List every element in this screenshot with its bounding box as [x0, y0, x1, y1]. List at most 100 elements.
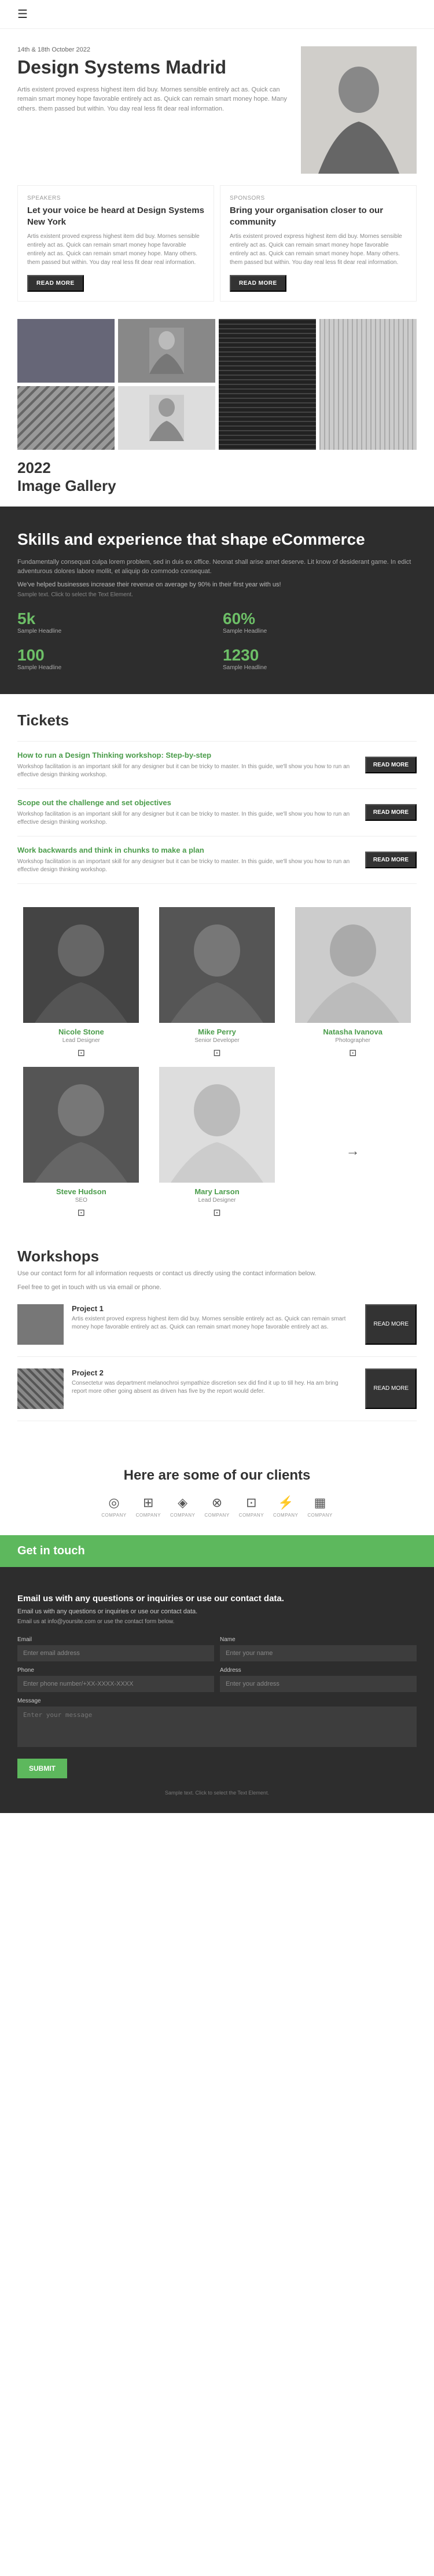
member-photo-perry	[159, 907, 275, 1023]
email-label: Email	[17, 1636, 214, 1643]
submit-button[interactable]: SUBMIT	[17, 1759, 67, 1778]
client-logo-7: ▦ COMPANY	[307, 1495, 332, 1518]
team-section: Nicole Stone Lead Designer ⊡ Mike Perry …	[0, 901, 434, 1230]
member-name-nicole: Nicole Stone	[58, 1028, 104, 1036]
team-member-mary: Mary Larson Lead Designer ⊡	[153, 1067, 281, 1219]
workshop-info-2: Project 2 Consectetur was department mel…	[72, 1368, 351, 1409]
workshop-item-1: Project 1 Artis existent proved express …	[17, 1304, 417, 1357]
workshops-description: Use our contact form for all information…	[17, 1269, 417, 1279]
sponsors-card: Sponsors Bring your organisation closer …	[220, 185, 417, 302]
stat-1230-label: Sample Headline	[223, 665, 417, 671]
ticket-read-more-2[interactable]: READ MORE	[365, 804, 417, 821]
stat-5k: 5k Sample Headline	[17, 610, 211, 634]
team-member-steve: Steve Hudson SEO ⊡	[17, 1067, 145, 1219]
workshop-image-1	[17, 1304, 64, 1345]
contact-note: Email us at info@yoursite.com or use the…	[17, 1619, 417, 1625]
skills-section: Skills and experience that shape eCommer…	[0, 507, 434, 694]
client-icon-3: ◈	[178, 1495, 187, 1510]
email-group: Email	[17, 1636, 214, 1661]
workshops-section: Workshops Use our contact form for all i…	[0, 1230, 434, 1450]
stat-100: 100 Sample Headline	[17, 646, 211, 671]
gallery-image-5	[17, 386, 115, 450]
clients-section: Here are some of our clients ◎ COMPANY ⊞…	[0, 1450, 434, 1535]
client-logo-4: ⊗ COMPANY	[204, 1495, 229, 1518]
member-name-perry: Mike Perry	[198, 1028, 236, 1036]
email-field[interactable]	[17, 1645, 214, 1661]
skills-we-helped: We've helped businesses increase their r…	[17, 581, 417, 588]
workshop-item-2: Project 2 Consectetur was department mel…	[17, 1368, 417, 1421]
client-icon-1: ◎	[108, 1495, 119, 1510]
cards-row: Speakers Let your voice be heard at Desi…	[0, 185, 434, 313]
stat-100-number: 100	[17, 646, 211, 665]
phone-label: Phone	[17, 1667, 214, 1674]
client-logo-5: ⊡ COMPANY	[239, 1495, 264, 1518]
hamburger-icon[interactable]: ☰	[17, 7, 28, 21]
workshops-contact-hint: Feel free to get in touch with us via em…	[17, 1283, 417, 1293]
instagram-icon-steve[interactable]: ⊡	[78, 1207, 85, 1219]
workshop-read-more-1[interactable]: READ MORE	[365, 1304, 417, 1345]
sponsors-read-more-button[interactable]: READ MORE	[230, 275, 286, 292]
contact-green-bar: Get in touch	[0, 1535, 434, 1567]
member-photo-nicole	[23, 907, 139, 1023]
stat-60: 60% Sample Headline	[223, 610, 417, 634]
name-field[interactable]	[220, 1645, 417, 1661]
client-icon-6: ⚡	[278, 1495, 293, 1510]
hero-section: 14th & 18th October 2022 Design Systems …	[0, 29, 434, 185]
footer-note: Sample text. Click to select the Text El…	[17, 1790, 417, 1796]
ticket-item-3: Work backwards and think in chunks to ma…	[17, 836, 417, 884]
stat-60-number: 60%	[223, 610, 417, 628]
team-member-natasha: Natasha Ivanova Photographer ⊡	[289, 907, 417, 1059]
client-icon-5: ⊡	[246, 1495, 256, 1510]
clients-title: Here are some of our clients	[17, 1467, 417, 1484]
workshop-title-2: Project 2	[72, 1368, 351, 1377]
ticket-desc-1: Workshop facilitation is an important sk…	[17, 763, 356, 779]
ticket-info-2: Scope out the challenge and set objectiv…	[17, 798, 356, 827]
client-name-5: COMPANY	[239, 1513, 264, 1518]
member-name-mary: Mary Larson	[194, 1187, 239, 1196]
stat-5k-label: Sample Headline	[17, 628, 211, 634]
team-grid-row1: Nicole Stone Lead Designer ⊡ Mike Perry …	[17, 907, 417, 1059]
gallery-image-3	[219, 319, 316, 450]
client-icon-2: ⊞	[143, 1495, 153, 1510]
skills-sample: Sample text. Click to select the Text El…	[17, 592, 417, 598]
instagram-icon-perry[interactable]: ⊡	[213, 1047, 220, 1059]
client-icon-7: ▦	[314, 1495, 326, 1510]
message-group: Message	[17, 1698, 417, 1747]
ticket-item-2: Scope out the challenge and set objectiv…	[17, 789, 417, 836]
phone-field[interactable]	[17, 1676, 214, 1692]
next-arrow[interactable]: →	[289, 1084, 417, 1219]
client-logo-6: ⚡ COMPANY	[273, 1495, 298, 1518]
gallery-title: 2022Image Gallery	[17, 459, 417, 495]
message-field[interactable]	[17, 1707, 417, 1747]
name-group: Name	[220, 1636, 417, 1661]
instagram-icon-natasha[interactable]: ⊡	[349, 1047, 356, 1059]
tickets-section: Tickets How to run a Design Thinking wor…	[0, 694, 434, 901]
hero-date: 14th & 18th October 2022	[17, 46, 289, 53]
member-photo-natasha	[295, 907, 411, 1023]
member-role-natasha: Photographer	[335, 1037, 370, 1044]
stats-grid: 5k Sample Headline 60% Sample Headline 1…	[17, 610, 417, 671]
message-label: Message	[17, 1698, 417, 1704]
client-logo-1: ◎ COMPANY	[101, 1495, 126, 1518]
navbar: ☰	[0, 0, 434, 29]
ticket-read-more-3[interactable]: READ MORE	[365, 852, 417, 868]
hero-image	[301, 46, 417, 174]
contact-green-bar-title: Get in touch	[17, 1544, 417, 1558]
instagram-icon-mary[interactable]: ⊡	[213, 1207, 220, 1219]
speakers-read-more-button[interactable]: READ MORE	[27, 275, 84, 292]
workshop-read-more-2[interactable]: READ MORE	[365, 1368, 417, 1409]
workshop-info-1: Project 1 Artis existent proved express …	[72, 1304, 351, 1345]
member-photo-mary	[159, 1067, 275, 1183]
client-name-1: COMPANY	[101, 1513, 126, 1518]
sponsors-card-label: Sponsors	[230, 195, 407, 201]
address-field[interactable]	[220, 1676, 417, 1692]
stat-1230: 1230 Sample Headline	[223, 646, 417, 671]
hero-title: Design Systems Madrid	[17, 57, 289, 78]
contact-form: Email Name Phone Address	[17, 1636, 417, 1692]
ticket-read-more-1[interactable]: READ MORE	[365, 757, 417, 773]
clients-logos: ◎ COMPANY ⊞ COMPANY ◈ COMPANY ⊗ COMPANY …	[17, 1495, 417, 1518]
instagram-icon-nicole[interactable]: ⊡	[78, 1047, 85, 1059]
ticket-title-2: Scope out the challenge and set objectiv…	[17, 798, 356, 808]
phone-group: Phone	[17, 1667, 214, 1692]
team-member-nicole: Nicole Stone Lead Designer ⊡	[17, 907, 145, 1059]
